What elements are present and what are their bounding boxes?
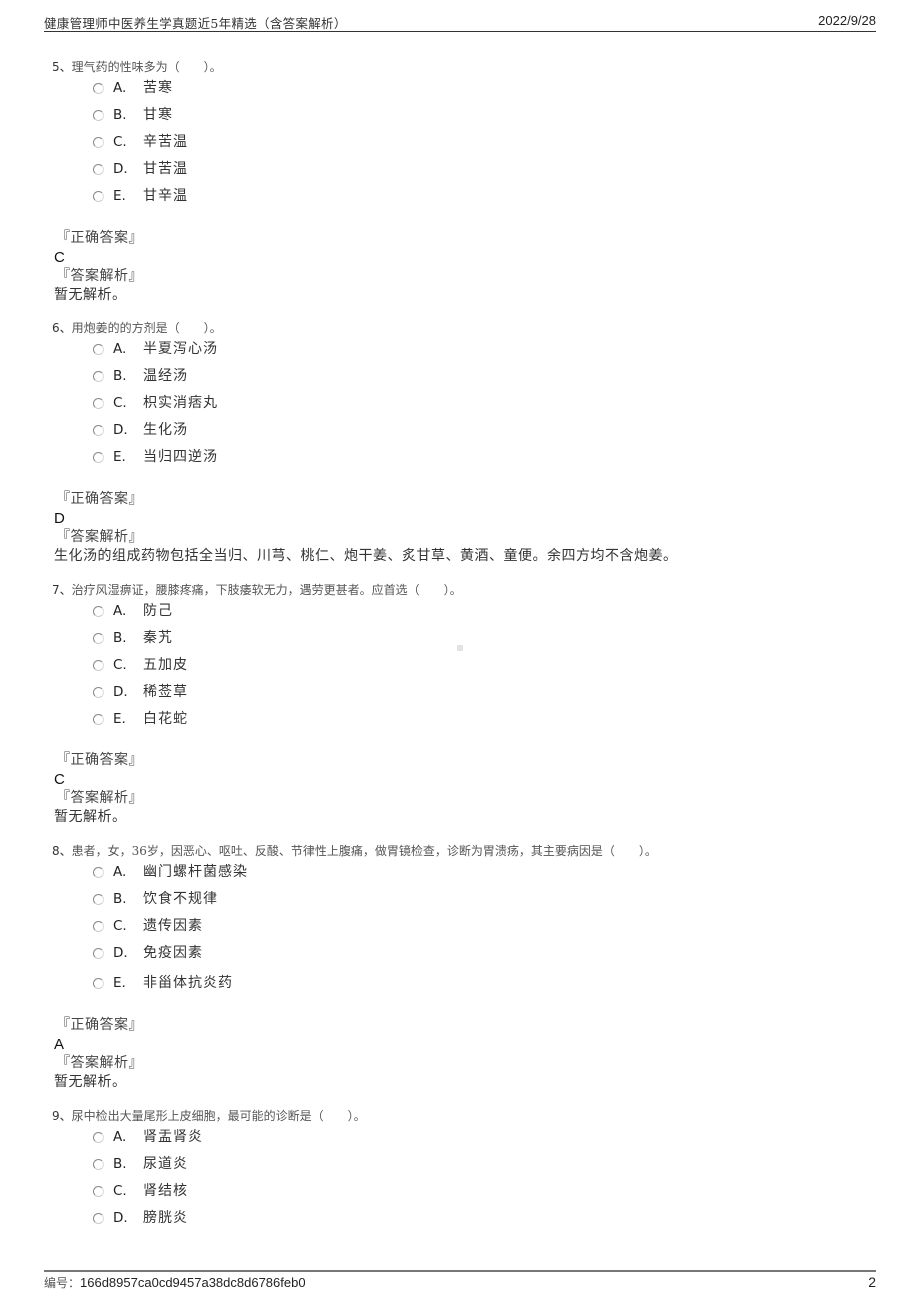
analysis-label: 『答案解析』 — [56, 1055, 143, 1071]
question-6: 6、用炮姜的的方剂是（ ）。 A. 半夏泻心汤 B. 温经汤 C. 枳实消痞丸 D. 生… — [52, 319, 222, 472]
correct-answer-value: C — [54, 771, 65, 788]
answer-block-7: 『正确答案』 C 『答案解析』 暂无解析。 — [54, 751, 143, 827]
analysis-text: 生化汤的组成药物包括全当归、川芎、桃仁、炮干姜、炙甘草、黄酒、童便。余四方均不含… — [54, 548, 678, 564]
option-e[interactable]: E. 当归四逆汤 — [52, 445, 222, 472]
correct-answer-value: A — [54, 1036, 65, 1053]
analysis-label: 『答案解析』 — [56, 529, 143, 545]
radio-button-icon[interactable] — [93, 1213, 104, 1224]
option-c[interactable]: C. 肾结核 — [52, 1179, 366, 1206]
radio-button-icon[interactable] — [93, 1132, 104, 1143]
radio-button-icon[interactable] — [93, 137, 104, 148]
option-a[interactable]: A. 幽门螺杆菌感染 — [52, 860, 657, 887]
radio-button-icon[interactable] — [93, 606, 104, 617]
option-d[interactable]: D. 稀莶草 — [52, 680, 462, 707]
option-e[interactable]: E. 非甾体抗炎药 — [52, 971, 657, 998]
correct-answer-label: 『正确答案』 — [56, 491, 143, 507]
option-a[interactable]: A. 半夏泻心汤 — [52, 337, 222, 364]
radio-button-icon[interactable] — [93, 344, 104, 355]
analysis-text: 暂无解析。 — [54, 287, 127, 303]
radio-button-icon[interactable] — [93, 714, 104, 725]
radio-button-icon[interactable] — [93, 660, 104, 671]
question-stem: 8、患者，女，36岁，因恶心、呕吐、反酸、节律性上腹痛，做胃镜检查，诊断为胃溃疡… — [52, 844, 657, 858]
option-a[interactable]: A. 苦寒 — [52, 76, 222, 103]
correct-answer-value: D — [54, 510, 65, 527]
correct-answer-value: C — [54, 249, 65, 266]
analysis-text: 暂无解析。 — [54, 1074, 127, 1090]
option-e[interactable]: E. 白花蛇 — [52, 707, 462, 734]
question-7: 7、治疗风湿痹证，腰膝疼痛，下肢痿软无力，遇劳更甚者。应首选（ ）。 A. 防己 … — [52, 581, 462, 734]
analysis-text: 暂无解析。 — [54, 809, 127, 825]
analysis-label: 『答案解析』 — [56, 268, 143, 284]
page-header: 健康管理师中医养生学真题近5年精选（含答案解析） 2022/9/28 — [44, 12, 876, 32]
radio-button-icon[interactable] — [93, 978, 104, 989]
question-stem: 6、用炮姜的的方剂是（ ）。 — [52, 321, 222, 335]
option-c[interactable]: C. 辛苦温 — [52, 130, 222, 157]
radio-button-icon[interactable] — [93, 398, 104, 409]
analysis-label: 『答案解析』 — [56, 790, 143, 806]
radio-button-icon[interactable] — [93, 425, 104, 436]
correct-answer-label: 『正确答案』 — [56, 1017, 143, 1033]
document-title: 健康管理师中医养生学真题近5年精选（含答案解析） — [44, 16, 347, 31]
option-b[interactable]: B. 尿道炎 — [52, 1152, 366, 1179]
page-number: 2 — [868, 1274, 876, 1290]
option-b[interactable]: B. 饮食不规律 — [52, 887, 657, 914]
question-9: 9、尿中检出大量尾形上皮细胞，最可能的诊断是（ ）。 A. 肾盂肾炎 B. 尿道炎 … — [52, 1107, 366, 1233]
radio-button-icon[interactable] — [93, 371, 104, 382]
radio-button-icon[interactable] — [93, 921, 104, 932]
option-b[interactable]: B. 甘寒 — [52, 103, 222, 130]
radio-button-icon[interactable] — [93, 452, 104, 463]
page-footer: 编号：166d8957ca0cd9457a38dc8d6786feb0 2 — [44, 1270, 876, 1290]
option-c[interactable]: C. 枳实消痞丸 — [52, 391, 222, 418]
answer-block-8: 『正确答案』 A 『答案解析』 暂无解析。 — [54, 1016, 143, 1092]
radio-button-icon[interactable] — [93, 191, 104, 202]
placeholder-marker — [457, 645, 463, 651]
correct-answer-label: 『正确答案』 — [56, 752, 143, 768]
document-id: 编号：166d8957ca0cd9457a38dc8d6786feb0 — [44, 1275, 306, 1290]
option-e[interactable]: E. 甘辛温 — [52, 184, 222, 211]
option-a[interactable]: A. 防己 — [52, 599, 462, 626]
radio-button-icon[interactable] — [93, 110, 104, 121]
radio-button-icon[interactable] — [93, 948, 104, 959]
option-d[interactable]: D. 生化汤 — [52, 418, 222, 445]
radio-button-icon[interactable] — [93, 83, 104, 94]
option-d[interactable]: D. 免疫因素 — [52, 941, 657, 968]
radio-button-icon[interactable] — [93, 164, 104, 175]
question-stem: 9、尿中检出大量尾形上皮细胞，最可能的诊断是（ ）。 — [52, 1109, 366, 1123]
question-stem: 5、理气药的性味多为（ ）。 — [52, 60, 222, 74]
question-5: 5、理气药的性味多为（ ）。 A. 苦寒 B. 甘寒 C. 辛苦温 D. 甘苦温 E. 甘… — [52, 58, 222, 211]
correct-answer-label: 『正确答案』 — [56, 230, 143, 246]
option-d[interactable]: D. 甘苦温 — [52, 157, 222, 184]
question-stem: 7、治疗风湿痹证，腰膝疼痛，下肢痿软无力，遇劳更甚者。应首选（ ）。 — [52, 583, 462, 597]
option-c[interactable]: C. 五加皮 — [52, 653, 462, 680]
radio-button-icon[interactable] — [93, 894, 104, 905]
question-8: 8、患者，女，36岁，因恶心、呕吐、反酸、节律性上腹痛，做胃镜检查，诊断为胃溃疡… — [52, 842, 657, 998]
radio-button-icon[interactable] — [93, 1159, 104, 1170]
radio-button-icon[interactable] — [93, 1186, 104, 1197]
answer-block-5: 『正确答案』 C 『答案解析』 暂无解析。 — [54, 229, 143, 305]
option-a[interactable]: A. 肾盂肾炎 — [52, 1125, 366, 1152]
answer-block-6: 『正确答案』 D 『答案解析』 生化汤的组成药物包括全当归、川芎、桃仁、炮干姜、… — [54, 490, 678, 566]
option-d[interactable]: D. 膀胱炎 — [52, 1206, 366, 1233]
document-date: 2022/9/28 — [818, 13, 876, 28]
radio-button-icon[interactable] — [93, 687, 104, 698]
radio-button-icon[interactable] — [93, 633, 104, 644]
option-b[interactable]: B. 温经汤 — [52, 364, 222, 391]
option-b[interactable]: B. 秦艽 — [52, 626, 462, 653]
radio-button-icon[interactable] — [93, 867, 104, 878]
option-c[interactable]: C. 遗传因素 — [52, 914, 657, 941]
